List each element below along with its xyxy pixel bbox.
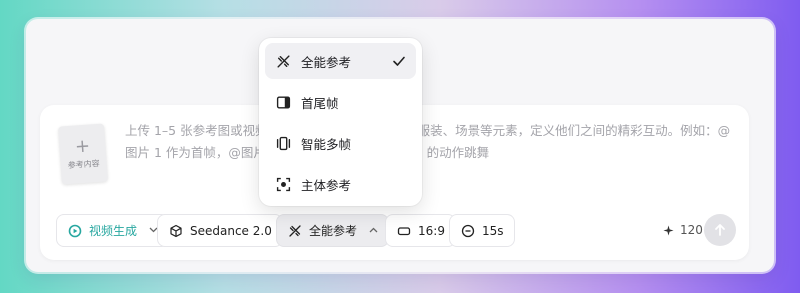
omni-reference-icon — [287, 223, 303, 239]
plus-icon: + — [74, 135, 91, 158]
cube-icon — [168, 223, 184, 239]
dropdown-item-label: 首尾帧 — [301, 95, 339, 111]
duration-label: 15s — [482, 223, 504, 238]
credits-display: 120 — [660, 222, 703, 238]
reference-mode-selector[interactable]: 全能参考 — [276, 214, 390, 247]
dropdown-item-label: 主体参考 — [301, 177, 352, 193]
dropdown-item-first-last-frame[interactable]: 首尾帧 — [265, 84, 416, 120]
dropdown-item-omni-reference[interactable]: 全能参考 — [265, 43, 416, 79]
mode-selector[interactable]: 视频生成 — [56, 214, 170, 247]
reference-mode-label: 全能参考 — [309, 224, 358, 238]
clock-icon — [460, 223, 476, 239]
reference-tile-label: 参考内容 — [67, 158, 100, 170]
model-selector[interactable]: Seedance 2.0 — [157, 214, 283, 247]
arrow-up-icon — [712, 222, 728, 238]
reference-mode-dropdown: 全能参考 首尾帧 智能多帧 主体参考 — [259, 38, 422, 206]
dropdown-item-label: 智能多帧 — [301, 136, 352, 152]
dropdown-item-subject-reference[interactable]: 主体参考 — [265, 166, 416, 202]
dropdown-item-label: 全能参考 — [301, 54, 352, 70]
reference-upload-tile[interactable]: + 参考内容 — [58, 123, 108, 185]
subject-reference-icon — [275, 176, 291, 192]
model-label: Seedance 2.0 — [190, 223, 272, 238]
prompt-input[interactable]: 上传 1–5 张参考图或视频，描述想要的角色、道具、服装、场景等元素，定义他们之… — [125, 120, 735, 164]
video-generate-icon — [67, 223, 83, 239]
first-last-frame-icon — [275, 94, 291, 110]
sparkle-icon — [660, 222, 676, 238]
dropdown-item-smart-multi-frame[interactable]: 智能多帧 — [265, 125, 416, 161]
checkmark-icon — [392, 54, 406, 71]
aspect-ratio-label: 16:9 — [418, 223, 445, 238]
aspect-ratio-selector[interactable]: 16:9 — [385, 214, 456, 247]
duration-selector[interactable]: 15s — [449, 214, 515, 247]
aspect-ratio-icon — [396, 223, 412, 239]
chevron-up-icon — [369, 225, 378, 236]
omni-reference-icon — [275, 53, 291, 69]
smart-multi-frame-icon — [275, 135, 291, 151]
mode-label: 视频生成 — [89, 224, 138, 238]
send-button[interactable] — [704, 214, 736, 246]
credits-value: 120 — [680, 223, 703, 237]
